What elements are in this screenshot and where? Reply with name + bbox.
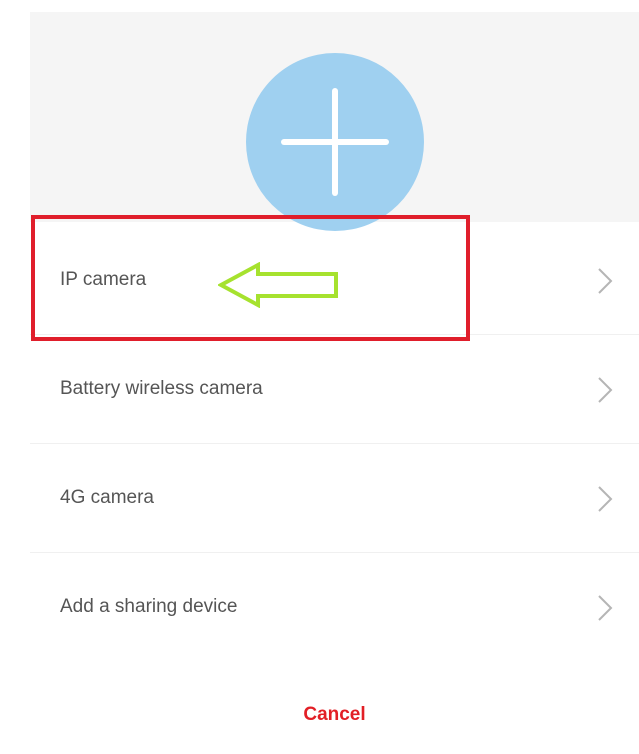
chevron-right-icon [598,268,613,294]
menu-item-4g-camera[interactable]: 4G camera [30,444,639,552]
chevron-right-icon [598,595,613,621]
menu-item-battery-wireless-camera[interactable]: Battery wireless camera [30,335,639,443]
add-device-button[interactable] [246,53,424,231]
menu-item-label: Add a sharing device [60,596,238,617]
chevron-right-icon [598,377,613,403]
plus-icon [281,88,389,196]
arrow-left-icon [218,262,338,308]
menu-item-label: 4G camera [60,487,154,508]
menu-item-label: IP camera [60,269,147,290]
menu-item-add-sharing-device[interactable]: Add a sharing device [30,553,639,661]
chevron-right-icon [598,486,613,512]
menu-item-label: Battery wireless camera [60,378,263,399]
cancel-button[interactable]: Cancel [30,690,639,740]
